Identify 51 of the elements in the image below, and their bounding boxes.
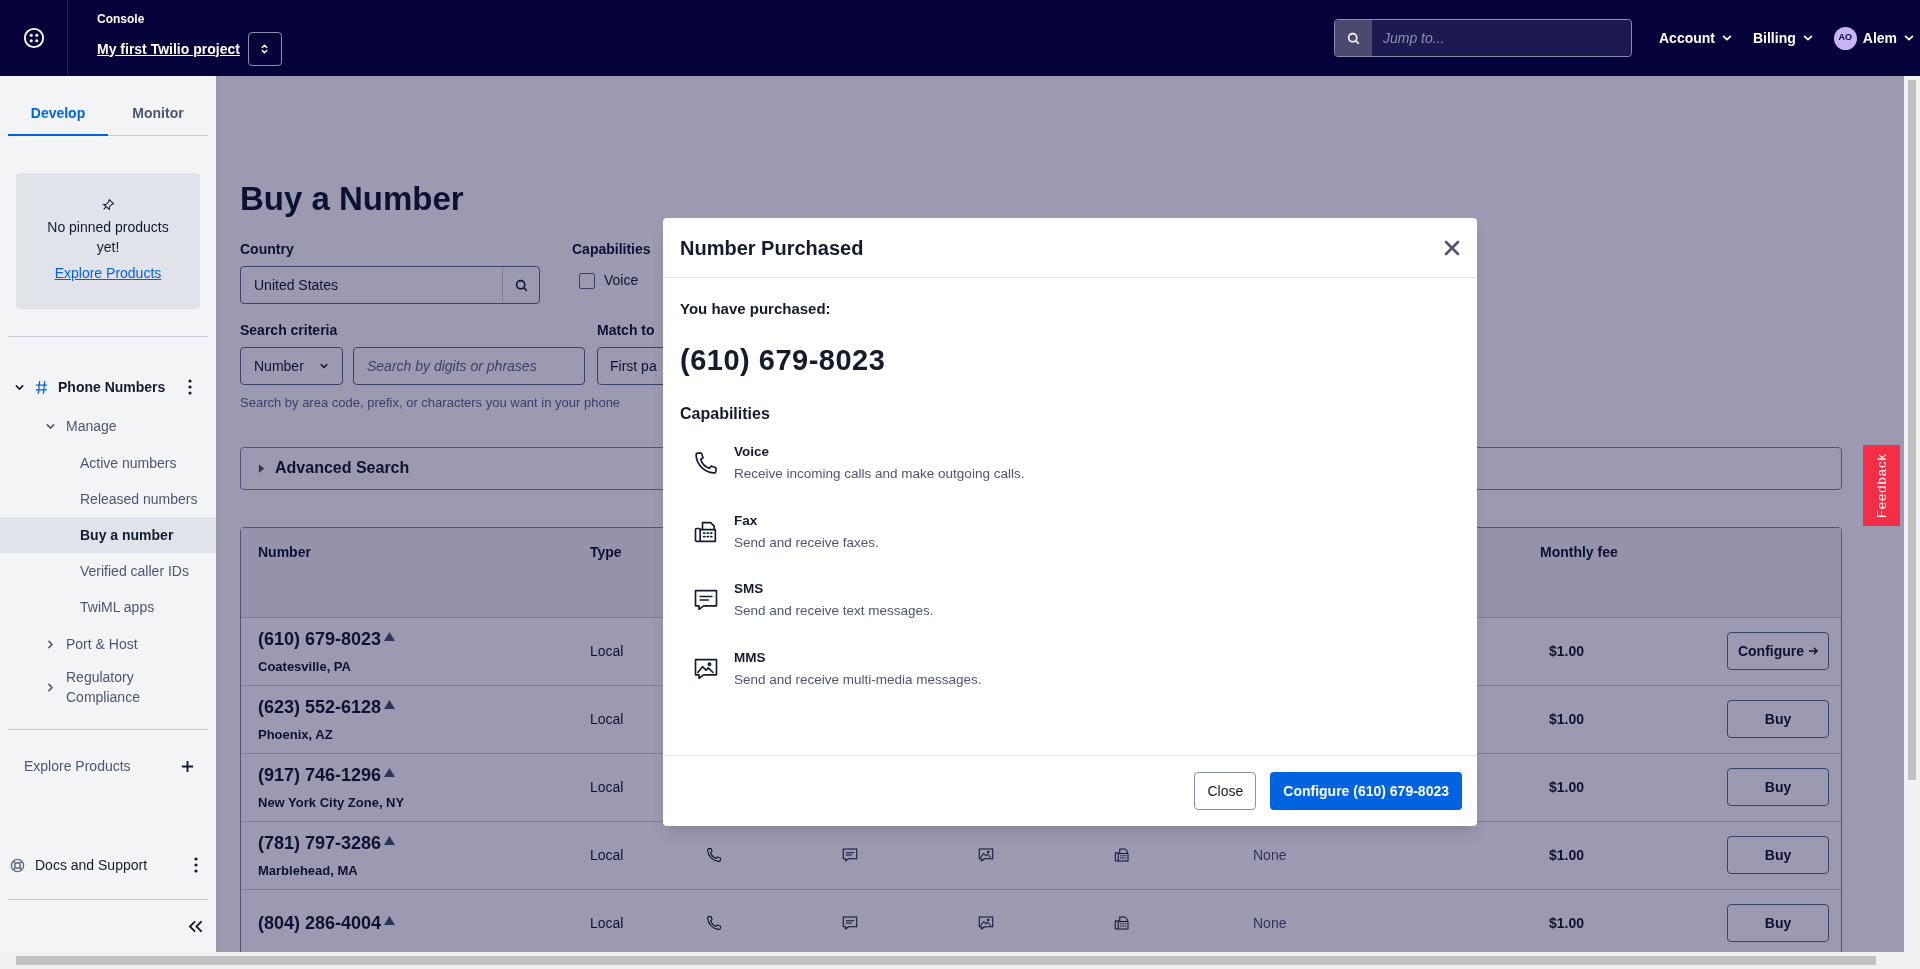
monthly-fee: $1.00 [1548,777,1586,797]
empty-message: No pinned products yet! [46,218,170,257]
nav-label: Manage [66,417,118,436]
capability-name: Voice [734,443,770,461]
number-type: Local [589,777,625,797]
number-type: Local [589,709,625,729]
number-type: Local [589,641,625,661]
checkbox-label: Voice [604,271,639,290]
capability-name: SMS [734,580,765,598]
page-title: Buy a Number [240,179,465,219]
monthly-fee: $1.00 [1548,913,1586,933]
capability-description: Send and receive multi-media messages. [734,670,982,689]
monthly-fee: $1.00 [1548,845,1586,865]
phone-number: (610) 679-8023 [258,627,382,651]
phone-number: (917) 746-1296 [258,763,382,787]
monthly-fee: $1.00 [1548,709,1586,729]
phone-number: (804) 286-4004 [258,911,382,935]
country-value: United States [253,275,340,295]
location: Phoenix, AZ [258,725,334,744]
nav-label: Phone Numbers [58,378,167,397]
column-header: Number [257,542,312,562]
capability-description: Send and receive faxes. [734,533,879,552]
hint-text: Search by area code, prefix, or characters you want in your phone [240,394,621,412]
address-requirement: None [1253,915,1287,931]
location: Marblehead, MA [258,861,359,880]
capability-name: Fax [734,511,759,530]
phone-number: (781) 797-3286 [258,831,382,855]
field-label: Match to [597,321,656,340]
match-value: First pa [610,356,657,376]
section-label: Console [97,11,146,28]
number-type: Local [589,913,625,933]
field-label: Search criteria [240,321,339,340]
monthly-fee: $1.00 [1548,641,1586,661]
avatar: AO [1833,26,1857,50]
capability-name: MMS [734,648,767,667]
capability-description: Receive incoming calls and make outgoing calls. [734,465,1025,484]
capabilities-heading: Capabilities [680,404,771,424]
field-label: Capabilities [572,240,651,259]
phone-number: (623) 552-6128 [258,695,382,719]
field-label: Country [240,240,295,259]
nav-label: Regulatory Compliance [66,668,141,707]
address-requirement: None [1253,847,1287,863]
column-header: Monthly fee [1539,542,1619,562]
dialog-title: Number Purchased [680,235,864,261]
purchased-label: You have purchased: [680,299,832,319]
nav-label: Port & Host [66,635,139,654]
location: Coatesville, PA [258,657,352,676]
number-type: Local [589,845,625,865]
location: New York City Zone, NY [258,793,406,812]
column-header: Type [589,542,623,562]
capability-description: Send and receive text messages. [734,602,934,621]
